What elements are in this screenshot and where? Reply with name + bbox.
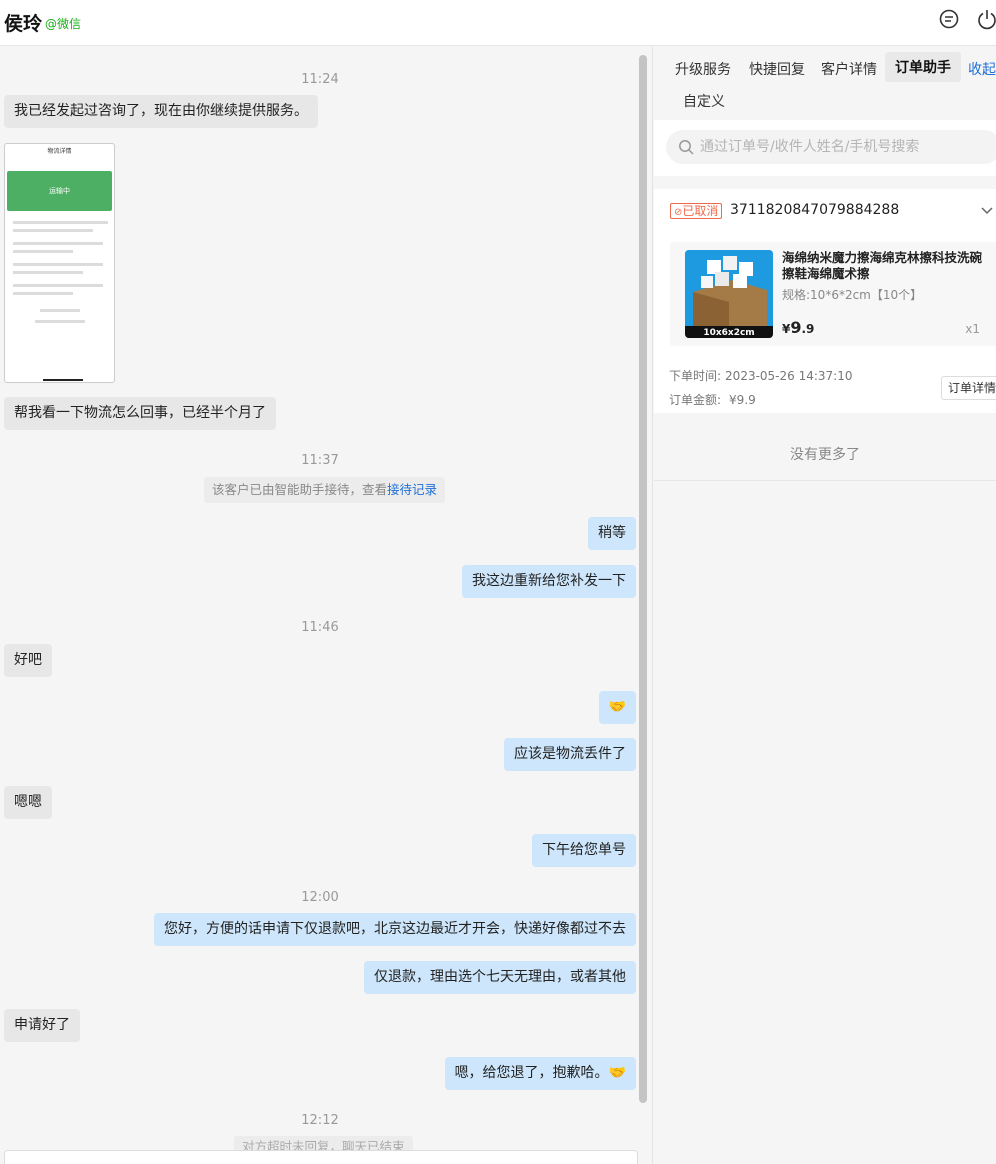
contact-name: 侯玲 (4, 13, 43, 35)
collapse-link[interactable]: 收起 (968, 59, 996, 79)
message-right: 我这边重新给您补发一下 (462, 565, 636, 598)
message-right: 稍等 (588, 517, 636, 550)
tab-quick-reply[interactable]: 快捷回复 (749, 59, 805, 79)
tab-custom[interactable]: 自定义 (683, 91, 725, 111)
chat-scrollbar[interactable] (639, 55, 647, 1103)
order-status-badge: ⊘已取消 (670, 203, 723, 219)
time-divider: 11:37 (301, 453, 339, 468)
tab-order-assistant[interactable]: 订单助手 (885, 52, 961, 82)
message-image[interactable]: 物流详情 运输中 (4, 143, 115, 383)
goods-quantity: x1 (965, 322, 980, 336)
image-title: 物流详情 (47, 148, 72, 155)
message-right-emoji: 🤝 (598, 691, 636, 724)
chat-header: 侯玲 @微信 (0, 0, 996, 46)
message-right: 下午给您单号 (532, 834, 636, 867)
search-section (654, 120, 996, 176)
order-card: ⊘已取消 3711820847079884288 10x6x2cm 海绵纳米魔力… (654, 189, 996, 413)
goods-spec: 规格:10*6*2cm【10个】 (782, 288, 923, 302)
order-details-button[interactable]: 订单详情 (941, 376, 996, 400)
goods-title: 海绵纳米魔力擦海绵克林擦科技洗碗擦鞋海绵魔术擦 (782, 250, 983, 281)
search-icon (678, 139, 694, 159)
time-divider: 12:12 (301, 1113, 339, 1128)
system-notice: 该客户已由智能助手接待，查看接待记录 (204, 477, 446, 503)
no-more-text: 没有更多了 (654, 413, 996, 481)
image-status: 运输中 (7, 171, 112, 211)
message-left: 我已经发起过咨询了，现在由你继续提供服务。 (4, 95, 318, 128)
contact-source: @微信 (45, 17, 82, 31)
panel-tabs: 升级服务 快捷回复 客户详情 订单助手 收起 自定义 (654, 47, 996, 119)
time-divider: 11:46 (301, 620, 339, 635)
message-input[interactable] (4, 1150, 638, 1164)
message-left: 好吧 (4, 644, 52, 677)
goods-image: 10x6x2cm (685, 250, 773, 338)
reception-record-link[interactable]: 接待记录 (387, 482, 437, 497)
message-left: 嗯嗯 (4, 786, 52, 819)
order-search-box[interactable] (666, 130, 996, 164)
goods-image-label: 10x6x2cm (703, 328, 755, 338)
side-panel: 升级服务 快捷回复 客户详情 订单助手 收起 自定义 ⊘已取消 37118208… (654, 47, 996, 1164)
order-amount: 订单金额: ¥9.9 (669, 393, 756, 407)
message-right: 应该是物流丢件了 (504, 738, 636, 771)
message-right: 您好，方便的话申请下仅退款吧，北京这边最近才开会，快递好像都过不去 (154, 913, 636, 946)
message-left: 申请好了 (4, 1009, 80, 1042)
search-input[interactable] (700, 130, 990, 164)
chat-area[interactable]: 11:24 我已经发起过咨询了，现在由你继续提供服务。 物流详情 运输中 帮我看… (0, 47, 653, 1164)
time-divider: 12:00 (301, 890, 339, 905)
tab-upgrade-service[interactable]: 升级服务 (675, 59, 731, 79)
message-right: 仅退款，理由选个七天无理由，或者其他 (364, 961, 636, 994)
goods-price: ¥9.9 (782, 318, 815, 337)
message-left: 帮我看一下物流怎么回事，已经半个月了 (4, 397, 276, 430)
order-time: 下单时间: 2023-05-26 14:37:10 (669, 369, 853, 383)
time-divider: 11:24 (301, 72, 339, 87)
tab-customer-details[interactable]: 客户详情 (821, 59, 877, 79)
goods-item[interactable]: 10x6x2cm 海绵纳米魔力擦海绵克林擦科技洗碗擦鞋海绵魔术擦 规格:10*6… (670, 242, 996, 346)
chevron-down-icon[interactable] (980, 203, 994, 222)
message-right: 嗯，给您退了，抱歉哈。🤝 (444, 1057, 636, 1090)
power-icon[interactable] (976, 8, 996, 30)
order-number: 3711820847079884288 (730, 202, 900, 218)
chat-bubble-icon[interactable] (938, 8, 960, 30)
